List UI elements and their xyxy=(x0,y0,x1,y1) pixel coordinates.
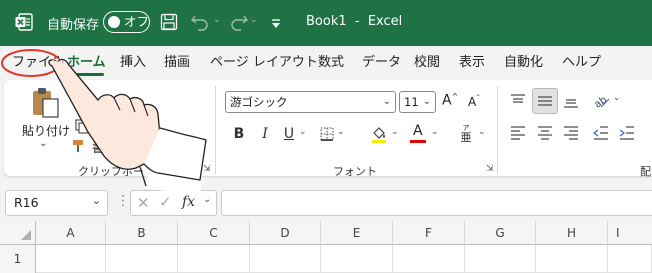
decrease-indent-icon[interactable] xyxy=(592,124,610,142)
align-middle-icon[interactable] xyxy=(532,88,558,114)
italic-button[interactable]: I xyxy=(257,125,273,143)
align-top-icon[interactable] xyxy=(509,92,527,110)
font-color-swatch xyxy=(410,140,426,143)
bold-button[interactable]: B xyxy=(231,125,247,143)
toggle-label: オフ xyxy=(124,14,150,29)
autosave-toggle[interactable]: オフ xyxy=(103,11,150,33)
tab-automate[interactable]: 自動化 xyxy=(504,46,543,78)
increase-indent-icon[interactable] xyxy=(618,124,636,142)
name-box-value: R16 xyxy=(14,195,39,210)
borders-icon[interactable] xyxy=(319,126,335,142)
borders-dropdown-icon[interactable]: ⌄ xyxy=(337,127,345,137)
cell[interactable] xyxy=(36,245,106,273)
undo-icon[interactable] xyxy=(190,12,212,32)
column-header[interactable]: F xyxy=(393,221,465,245)
document-title: Book1 - Excel xyxy=(306,14,403,29)
cell[interactable] xyxy=(250,245,321,273)
pointing-hand-icon xyxy=(48,58,207,196)
chevron-down-icon: ⌄ xyxy=(422,96,431,107)
autosave-label: 自動保存 xyxy=(47,18,100,33)
orientation-icon[interactable]: ab xyxy=(592,90,612,111)
cell[interactable] xyxy=(393,245,465,273)
align-center-icon[interactable] xyxy=(536,124,554,142)
phonetic-dropdown-icon[interactable]: ⌄ xyxy=(478,127,486,137)
worksheet-grid: A B C D E F G H I 1 xyxy=(0,221,652,273)
fill-color-icon[interactable] xyxy=(370,124,388,144)
redo-dropdown-icon[interactable]: ⌄ xyxy=(250,15,258,25)
orientation-dropdown-icon[interactable]: ⌄ xyxy=(613,93,621,103)
column-header[interactable]: H xyxy=(536,221,608,245)
font-name-value: 游ゴシック xyxy=(230,95,288,109)
customize-qat-icon[interactable] xyxy=(270,15,282,28)
fill-color-dropdown-icon[interactable]: ⌄ xyxy=(391,127,399,137)
cell[interactable] xyxy=(465,245,536,273)
grow-font-icon[interactable]: A^ xyxy=(442,92,462,112)
font-color-icon[interactable]: A xyxy=(409,123,427,144)
column-header[interactable]: G xyxy=(465,221,536,245)
tab-data[interactable]: データ xyxy=(362,46,401,78)
undo-dropdown-icon[interactable]: ⌄ xyxy=(213,15,221,25)
cell[interactable] xyxy=(321,245,393,273)
cell[interactable] xyxy=(608,245,652,273)
phonetic-label: 亜 xyxy=(460,131,472,144)
cell[interactable] xyxy=(106,245,178,273)
toggle-knob xyxy=(108,15,120,28)
font-color-letter: A xyxy=(413,123,423,139)
underline-button[interactable]: U xyxy=(282,125,296,143)
font-group-label: フォント xyxy=(333,165,377,178)
redo-icon[interactable] xyxy=(227,12,249,32)
align-right-icon[interactable] xyxy=(562,124,580,142)
font-color-dropdown-icon[interactable]: ⌄ xyxy=(431,127,439,137)
column-header[interactable]: I xyxy=(608,221,652,245)
title-bar: 自動保存 オフ ⌄ ⌄ Book1 - Excel xyxy=(0,0,652,46)
excel-logo-icon[interactable] xyxy=(14,12,34,32)
tab-page-layout[interactable]: ページ レイアウト xyxy=(210,46,318,78)
font-name-combo[interactable]: 游ゴシック ⌄ xyxy=(225,91,396,113)
font-size-value: 11 xyxy=(404,95,419,109)
cell[interactable] xyxy=(536,245,608,273)
tab-help[interactable]: ヘルプ xyxy=(562,46,601,78)
cancel-icon[interactable]: ✕ xyxy=(137,194,150,212)
font-launcher-icon[interactable]: ⇲ xyxy=(486,164,494,174)
tab-formulas[interactable]: 数式 xyxy=(318,46,344,78)
align-left-icon[interactable] xyxy=(509,124,527,142)
cell[interactable] xyxy=(178,245,250,273)
phonetic-guide-icon[interactable]: ア 亜 xyxy=(458,124,474,144)
select-all-button[interactable] xyxy=(0,221,36,245)
column-header[interactable]: C xyxy=(178,221,250,245)
shrink-font-icon[interactable]: Aˇ xyxy=(468,94,488,114)
formula-input[interactable] xyxy=(221,190,652,216)
underline-dropdown-icon[interactable]: ⌄ xyxy=(299,127,307,137)
column-header[interactable]: B xyxy=(106,221,178,245)
ribbon-separator xyxy=(497,86,498,174)
tab-review[interactable]: 校閲 xyxy=(414,46,440,78)
row-header[interactable]: 1 xyxy=(0,245,36,273)
align-bottom-icon[interactable] xyxy=(562,92,580,110)
chevron-down-icon: ⌄ xyxy=(382,96,391,107)
excel-window: 自動保存 オフ ⌄ ⌄ Book1 - Excel ファイル ホーム 挿入 描画… xyxy=(0,0,652,273)
save-icon[interactable] xyxy=(160,13,178,31)
alignment-group-label-partial: 配 xyxy=(640,165,651,178)
font-size-combo[interactable]: 11 ⌄ xyxy=(399,91,436,113)
tab-view[interactable]: 表示 xyxy=(459,46,485,78)
formula-bar-handle-icon[interactable]: ⋮ xyxy=(116,194,130,208)
column-header[interactable]: D xyxy=(250,221,321,245)
column-header[interactable]: E xyxy=(321,221,393,245)
column-header[interactable]: A xyxy=(36,221,106,245)
insert-function-icon[interactable]: fx xyxy=(182,194,195,210)
